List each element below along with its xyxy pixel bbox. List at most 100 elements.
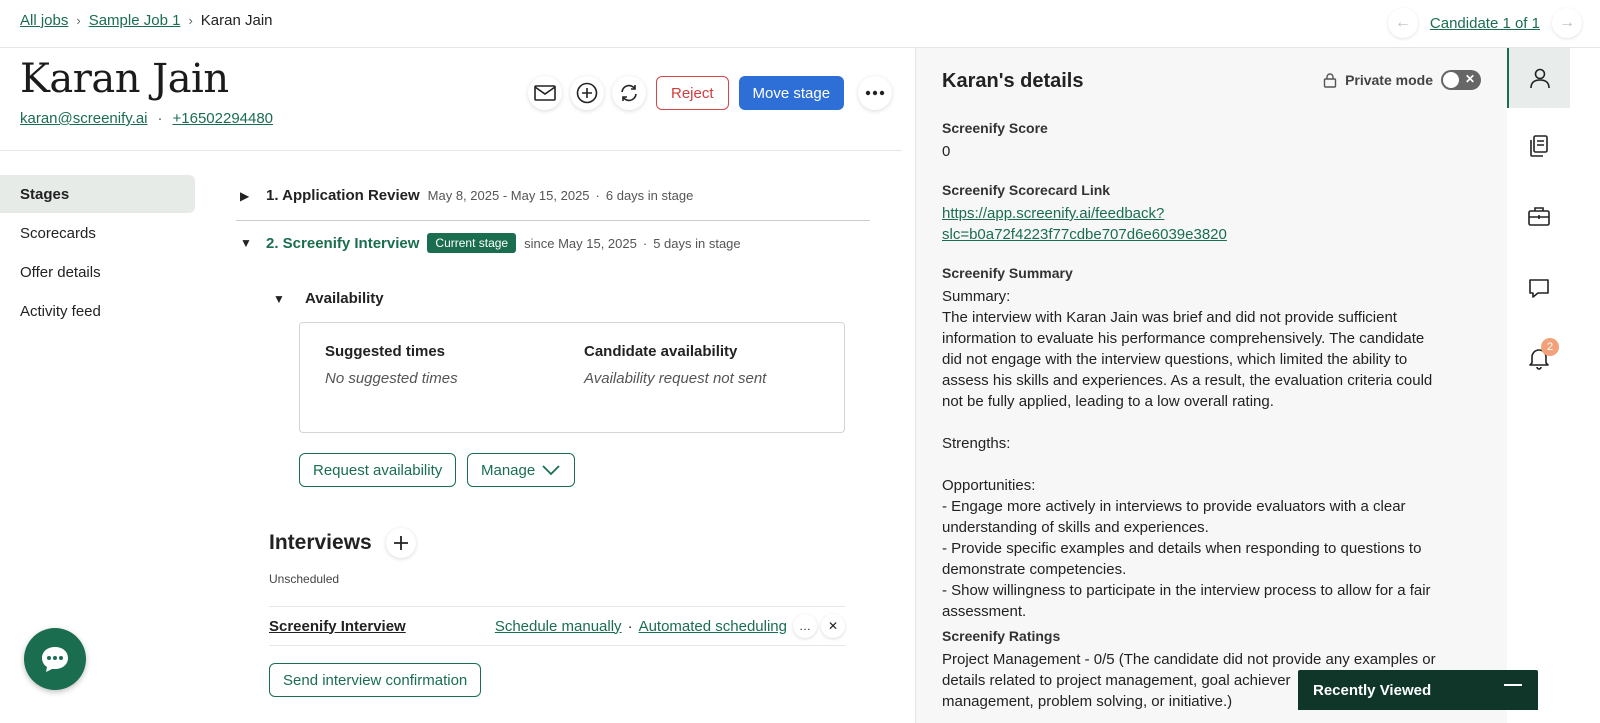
breadcrumb-job[interactable]: Sample Job 1 <box>89 12 181 29</box>
candidate-actions: Reject Move stage <box>528 76 893 110</box>
more-options-icon[interactable] <box>858 76 893 110</box>
screenify-score-field: Screenify Score 0 <box>942 120 1462 162</box>
previous-candidate-arrow-icon[interactable]: ← <box>1388 8 1418 38</box>
header-divider <box>0 150 902 151</box>
stage-dates: May 8, 2025 - May 15, 2025 <box>427 188 590 203</box>
notification-count-badge: 2 <box>1541 338 1559 356</box>
recently-viewed-label: Recently Viewed <box>1313 681 1432 699</box>
field-label: Screenify Scorecard Link <box>942 182 1111 198</box>
interview-scheduling-links: Schedule manually · Automated scheduling <box>495 618 787 635</box>
add-interview-icon[interactable] <box>385 528 416 558</box>
candidate-availability-label: Candidate availability <box>584 343 738 360</box>
separator-dot: · <box>157 110 163 127</box>
rail-item-jobs[interactable] <box>1507 186 1570 246</box>
interview-row: Screenify Interview Schedule manually · … <box>269 606 845 646</box>
nav-item-activity-feed[interactable]: Activity feed <box>0 292 195 330</box>
rail-item-comments[interactable] <box>1507 258 1570 318</box>
availability-toggle[interactable]: ▼ Availability <box>273 290 384 307</box>
details-title: Karan's details <box>942 70 1084 92</box>
chevron-right-icon: › <box>76 13 81 28</box>
send-interview-confirmation-button[interactable]: Send interview confirmation <box>269 663 482 697</box>
unscheduled-label: Unscheduled <box>269 572 340 586</box>
field-value: 0 <box>942 143 951 160</box>
expand-triangle-icon[interactable]: ▶ <box>240 189 258 203</box>
automated-scheduling-link[interactable]: Automated scheduling <box>639 618 787 635</box>
recently-viewed-bar[interactable]: Recently Viewed <box>1298 670 1538 710</box>
candidate-name: Karan Jain <box>20 56 229 102</box>
private-mode-label: Private mode <box>1345 72 1433 88</box>
collapse-triangle-icon[interactable]: ▼ <box>273 292 291 306</box>
availability-box: Suggested times No suggested times Candi… <box>299 322 845 433</box>
scorecard-link[interactable]: https://app.screenify.ai/feedback? slc=b0… <box>942 203 1462 245</box>
field-label: Screenify Summary <box>942 265 1073 281</box>
field-label: Screenify Score <box>942 120 1048 136</box>
stage-row-screenify-interview[interactable]: ▼ 2. Screenify Interview Current stage s… <box>240 233 741 253</box>
nav-item-stages[interactable]: Stages <box>0 175 195 213</box>
rail-item-documents[interactable] <box>1507 116 1570 176</box>
separator-dot: · <box>627 617 633 635</box>
collapse-triangle-icon[interactable]: ▼ <box>240 236 258 250</box>
stage-meta: since May 15, 2025 · 5 days in stage <box>524 235 741 251</box>
interviews-title: Interviews <box>269 531 372 554</box>
interview-row-actions: … ✕ <box>793 614 845 638</box>
candidate-navigation: ← Candidate 1 of 1 → <box>1388 8 1582 38</box>
private-mode-toggle[interactable]: ✕ <box>1441 70 1481 90</box>
manage-dropdown-button[interactable]: Manage <box>467 453 576 487</box>
breadcrumb-current: Karan Jain <box>200 12 273 29</box>
chat-support-button[interactable] <box>24 628 86 690</box>
candidate-contact: karan@screenify.ai · +16502294480 <box>20 110 273 127</box>
stage-title: 2. Screenify Interview <box>266 234 420 252</box>
add-circle-icon[interactable] <box>570 76 604 110</box>
lock-icon <box>1323 72 1337 88</box>
suggested-times-value: No suggested times <box>325 370 458 387</box>
reject-button[interactable]: Reject <box>656 76 729 110</box>
private-mode-control: Private mode ✕ <box>1323 70 1481 90</box>
stage-days: 5 days in stage <box>653 235 741 251</box>
chevron-right-icon: › <box>188 13 193 28</box>
candidate-count-link[interactable]: Candidate 1 of 1 <box>1430 15 1540 32</box>
next-candidate-arrow-icon[interactable]: → <box>1552 8 1582 38</box>
stage-divider <box>236 220 870 221</box>
stage-title: 1. Application Review <box>266 187 420 204</box>
comment-icon <box>1528 279 1549 298</box>
request-availability-button[interactable]: Request availability <box>299 453 457 487</box>
top-bar: All jobs › Sample Job 1 › Karan Jain ← C… <box>0 0 1600 48</box>
field-label: Screenify Ratings <box>942 628 1061 644</box>
candidate-email[interactable]: karan@screenify.ai <box>20 110 148 127</box>
rail-item-profile[interactable] <box>1507 48 1570 108</box>
rail-item-notifications[interactable]: 2 <box>1507 328 1570 388</box>
manage-label: Manage <box>481 461 536 479</box>
interview-name-link[interactable]: Screenify Interview <box>269 618 406 635</box>
transfer-icon[interactable] <box>612 76 646 110</box>
screenify-summary-field: Screenify Summary Summary: The interview… <box>942 265 1462 622</box>
chat-icon <box>42 647 68 672</box>
stage-row-application-review[interactable]: ▶ 1. Application Review May 8, 2025 - Ma… <box>240 187 693 204</box>
more-options-icon[interactable]: … <box>793 614 817 638</box>
summary-text: Summary: The interview with Karan Jain w… <box>942 288 1433 620</box>
breadcrumb: All jobs › Sample Job 1 › Karan Jain <box>20 12 273 29</box>
interviews-header: Interviews <box>269 528 416 558</box>
briefcase-icon <box>1527 207 1550 226</box>
candidate-details-panel: Karan's details Private mode ✕ Screenify… <box>915 48 1507 723</box>
right-icon-rail: 2 <box>1507 48 1600 723</box>
person-icon <box>1529 68 1550 89</box>
breadcrumb-all-jobs[interactable]: All jobs <box>20 12 68 29</box>
suggested-times-column: Suggested times No suggested times <box>325 343 458 387</box>
documents-icon <box>1529 135 1548 157</box>
nav-item-scorecards[interactable]: Scorecards <box>0 214 195 252</box>
email-icon[interactable] <box>528 76 562 110</box>
chevron-down-icon <box>542 465 560 476</box>
minimize-icon[interactable] <box>1504 684 1522 686</box>
close-icon[interactable]: ✕ <box>821 614 845 638</box>
nav-item-offer-details[interactable]: Offer details <box>0 253 195 291</box>
stage-meta: May 8, 2025 - May 15, 2025 · 6 days in sta… <box>427 188 694 203</box>
candidate-availability-value: Availability request not sent <box>584 370 767 387</box>
scorecard-link-line2[interactable]: slc=b0a72f4223f77cdbe707d6e6039e3820 <box>942 226 1227 243</box>
stage-dates: since May 15, 2025 <box>524 235 637 251</box>
move-stage-button[interactable]: Move stage <box>738 76 845 110</box>
scorecard-link-line1[interactable]: https://app.screenify.ai/feedback? <box>942 205 1164 222</box>
left-navigation: Stages Scorecards Offer details Activity… <box>0 175 195 331</box>
schedule-manually-link[interactable]: Schedule manually <box>495 618 622 635</box>
candidate-phone[interactable]: +16502294480 <box>173 110 274 127</box>
suggested-times-label: Suggested times <box>325 343 446 360</box>
